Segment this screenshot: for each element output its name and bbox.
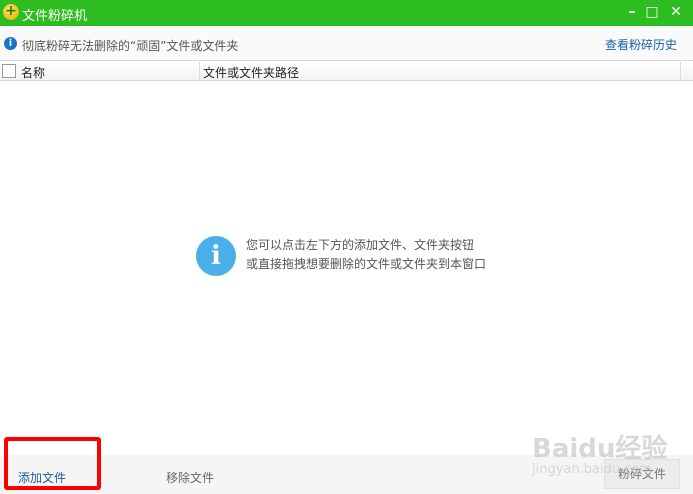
window-title: 文件粉碎机 [22, 9, 88, 24]
empty-hint-line: 或直接拖拽想要删除的文件或文件夹到本窗口 [246, 257, 487, 271]
select-all-checkbox[interactable] [2, 64, 16, 78]
minimize-button[interactable]: – [622, 2, 642, 22]
title-bar: + 文件粉碎机 – □ ✕ [0, 0, 693, 26]
add-file-button[interactable]: 添加文件 [18, 469, 66, 486]
column-divider[interactable] [680, 62, 681, 80]
empty-hint: 您可以点击左下方的添加文件、文件夹按钮 或直接拖拽想要删除的文件或文件夹到本窗口 [246, 236, 486, 274]
remove-file-button[interactable]: 移除文件 [166, 469, 214, 486]
info-icon: i [196, 236, 236, 276]
shred-file-button[interactable]: 粉碎文件 [604, 459, 680, 489]
table-header: 名称 文件或文件夹路径 [0, 60, 693, 81]
empty-hint-line: 您可以点击左下方的添加文件、文件夹按钮 [246, 238, 475, 252]
info-text: 彻底粉碎无法删除的“顽固”文件或文件夹 [22, 39, 239, 53]
column-divider[interactable] [199, 62, 200, 80]
app-logo-icon: + [3, 4, 19, 20]
close-button[interactable]: ✕ [666, 2, 686, 22]
column-name[interactable]: 名称 [21, 64, 45, 81]
footer-bar: 添加文件 移除文件 粉碎文件 [0, 455, 693, 494]
maximize-button[interactable]: □ [642, 2, 662, 22]
info-icon: i [4, 37, 17, 50]
view-history-link[interactable]: 查看粉碎历史 [605, 36, 677, 53]
column-path[interactable]: 文件或文件夹路径 [203, 64, 299, 81]
info-bar: i 彻底粉碎无法删除的“顽固”文件或文件夹 查看粉碎历史 [0, 26, 693, 60]
